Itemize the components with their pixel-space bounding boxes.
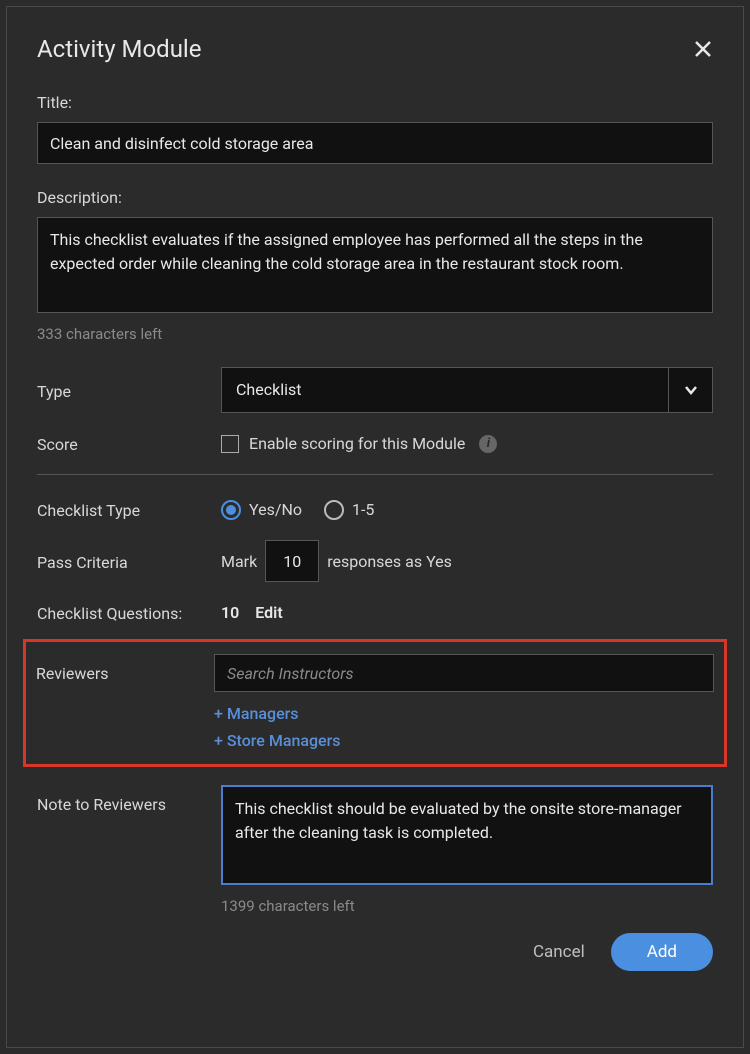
section-divider [37, 474, 713, 475]
chevron-down-icon [668, 368, 712, 412]
add-store-managers-link[interactable]: + Store Managers [214, 731, 714, 750]
edit-questions-link[interactable]: Edit [255, 603, 282, 622]
type-row: Type Checklist [37, 367, 713, 413]
checklist-type-row: Checklist Type Yes/No 1-5 [37, 499, 713, 520]
title-field: Title: [37, 93, 713, 164]
cancel-button[interactable]: Cancel [533, 942, 585, 962]
close-icon[interactable] [693, 39, 713, 59]
pass-criteria-prefix: Mark [221, 552, 257, 571]
pass-criteria-input[interactable] [265, 540, 319, 582]
title-label: Title: [37, 93, 713, 112]
note-textarea[interactable] [221, 785, 713, 885]
checklist-questions-row: Checklist Questions: 10 Edit [37, 602, 713, 623]
reviewer-quick-links: + Managers + Store Managers [214, 704, 714, 750]
title-input[interactable] [37, 122, 713, 164]
checklist-type-label: Checklist Type [37, 499, 221, 520]
checklist-questions-count: 10 [221, 603, 239, 622]
score-row: Score Enable scoring for this Module i [37, 433, 713, 454]
note-chars-left: 1399 characters left [221, 897, 713, 915]
reviewers-row: Reviewers + Managers + Store Managers [36, 654, 714, 750]
score-checkbox-wrap: Enable scoring for this Module i [221, 434, 497, 453]
checklist-questions-label: Checklist Questions: [37, 602, 221, 623]
description-chars-left: 333 characters left [37, 325, 713, 343]
pass-criteria-label: Pass Criteria [37, 551, 221, 572]
description-label: Description: [37, 188, 713, 207]
radio-yes-no[interactable]: Yes/No [221, 500, 302, 520]
note-label: Note to Reviewers [37, 785, 221, 814]
radio-1-5[interactable]: 1-5 [324, 500, 374, 520]
modal-footer: Cancel Add [37, 933, 713, 971]
note-row: Note to Reviewers 1399 characters left [37, 785, 713, 915]
type-select[interactable]: Checklist [221, 367, 713, 413]
type-label: Type [37, 380, 221, 401]
type-select-value: Checklist [222, 368, 668, 412]
modal-title: Activity Module [37, 35, 202, 63]
enable-scoring-checkbox[interactable] [221, 435, 239, 453]
radio-label-yesno: Yes/No [249, 500, 302, 519]
reviewers-search-input[interactable] [214, 654, 714, 692]
radio-icon [324, 500, 344, 520]
reviewers-label: Reviewers [36, 654, 214, 683]
activity-module-modal: Activity Module Title: Description: 333 … [6, 6, 744, 1048]
description-textarea[interactable] [37, 217, 713, 313]
add-button[interactable]: Add [611, 933, 713, 971]
enable-scoring-label: Enable scoring for this Module [249, 434, 465, 453]
pass-criteria-suffix: responses as Yes [327, 552, 452, 571]
info-icon[interactable]: i [479, 435, 497, 453]
add-managers-link[interactable]: + Managers [214, 704, 714, 723]
score-label: Score [37, 433, 221, 454]
pass-criteria-row: Pass Criteria Mark responses as Yes [37, 540, 713, 582]
radio-label-1-5: 1-5 [352, 500, 374, 519]
radio-icon [221, 500, 241, 520]
modal-header: Activity Module [37, 35, 713, 63]
checklist-type-radio-group: Yes/No 1-5 [221, 500, 374, 520]
reviewers-highlight: Reviewers + Managers + Store Managers [23, 639, 727, 767]
description-field: Description: 333 characters left [37, 188, 713, 343]
